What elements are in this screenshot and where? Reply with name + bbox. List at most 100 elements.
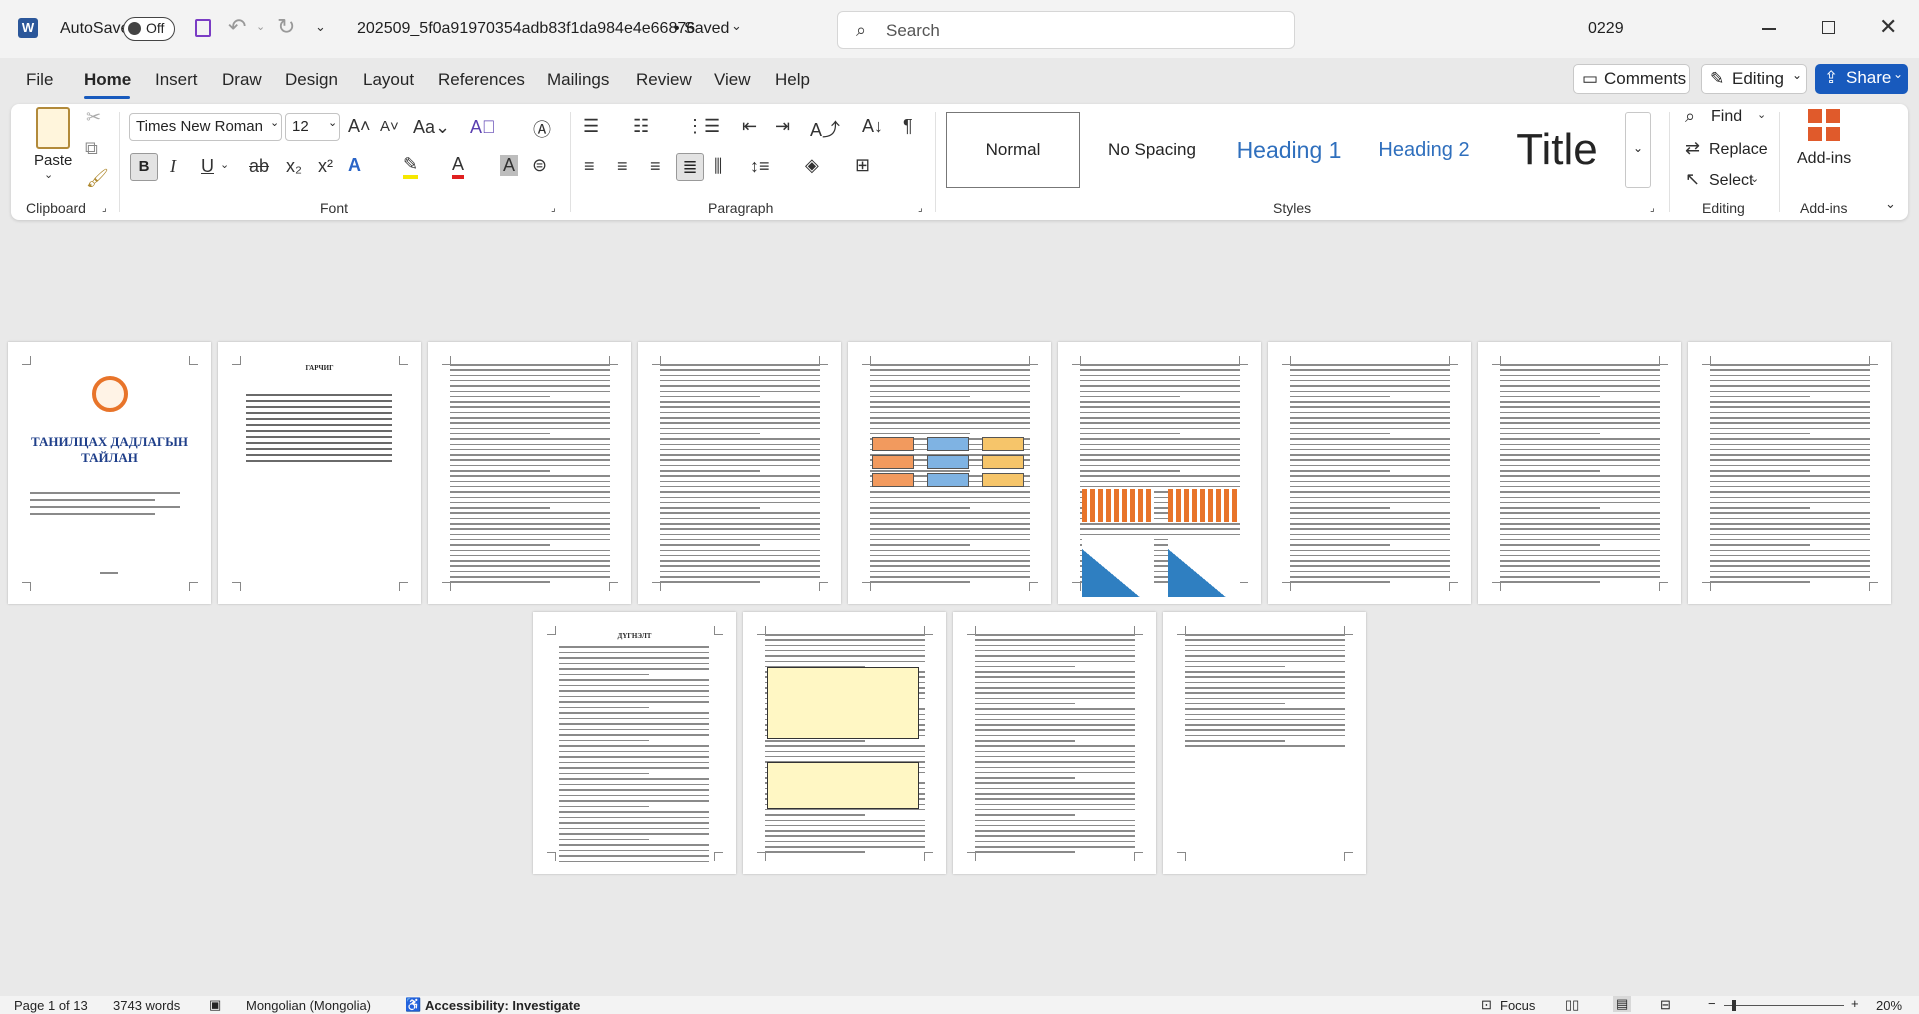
document-title[interactable]: 202509_5f0a91970354adb83f1da984e4e66876 [357, 20, 695, 38]
style-title[interactable]: Title [1492, 112, 1622, 188]
show-formatting-icon[interactable]: ¶ [903, 116, 913, 137]
comments-button[interactable]: ▭ Comments [1573, 64, 1690, 94]
strikethrough-button[interactable]: ab [249, 156, 269, 177]
tab-file[interactable]: File [26, 70, 53, 90]
font-size-select[interactable]: 12 ⌄ [285, 113, 340, 141]
shading-icon[interactable]: ◈ [805, 155, 819, 176]
change-case-icon[interactable]: Aa⌄ [413, 117, 450, 138]
subscript-button[interactable]: x₂ [286, 156, 302, 177]
find-button[interactable]: Find [1711, 108, 1742, 126]
highlight-icon[interactable]: ✎ [403, 154, 419, 179]
page-thumbnail[interactable]: ТАНИЛЦАХ ДАДЛАГЫН ТАЙЛАН [8, 342, 211, 604]
web-layout-icon[interactable]: ⊟ [1660, 997, 1671, 1013]
distributed-icon[interactable]: ⫼ [714, 156, 722, 177]
search-box[interactable]: ⌕ Search [837, 11, 1295, 49]
zoom-level[interactable]: 20% [1876, 998, 1902, 1013]
sort-icon[interactable]: A↓ [862, 116, 883, 137]
page-thumbnail[interactable] [1163, 612, 1366, 874]
user-initials[interactable]: 0229 [1588, 20, 1624, 38]
page-thumbnail[interactable] [428, 342, 631, 604]
clear-formatting-icon[interactable]: A⃥ [470, 117, 496, 138]
increase-indent-icon[interactable]: ⇥ [775, 116, 790, 137]
align-left-icon[interactable]: ≡ [584, 156, 595, 177]
tab-design[interactable]: Design [285, 70, 338, 90]
bold-button[interactable]: B [130, 153, 158, 181]
style-no-spacing[interactable]: No Spacing [1085, 112, 1219, 188]
focus-button[interactable]: Focus [1500, 998, 1535, 1013]
zoom-out-icon[interactable]: − [1708, 996, 1716, 1011]
customize-qat-icon[interactable]: ⌄ [315, 19, 326, 35]
multilevel-list-icon[interactable]: ⋮☰ [686, 116, 720, 137]
zoom-slider[interactable] [1724, 1000, 1844, 1011]
page-thumbnail[interactable] [1688, 342, 1891, 604]
italic-button[interactable]: I [170, 156, 176, 177]
style-normal[interactable]: Normal [946, 112, 1080, 188]
text-direction-icon[interactable]: A⤴ [810, 116, 840, 142]
bullets-icon[interactable]: ☰ [583, 116, 599, 137]
justify-button[interactable]: ≣ [676, 153, 704, 181]
format-painter-icon[interactable]: 🖌 [86, 168, 109, 189]
style-heading-2[interactable]: Heading 2 [1357, 112, 1491, 188]
paste-icon[interactable] [36, 107, 70, 149]
collapse-ribbon-icon[interactable]: ⌄ [1885, 196, 1896, 212]
text-effects-box-icon[interactable]: Ⓐ [533, 116, 551, 142]
grow-font-icon[interactable]: A˄ [348, 116, 371, 137]
read-mode-icon[interactable]: ▯▯ [1565, 997, 1579, 1013]
redo-icon[interactable]: ↻ [277, 14, 295, 40]
add-ins-button[interactable]: Add-ins [1797, 150, 1851, 168]
proofing-icon[interactable]: ▣ [209, 997, 221, 1013]
page-thumbnail[interactable] [1268, 342, 1471, 604]
editing-mode-button[interactable]: ✎ Editing ⌄ [1701, 64, 1807, 94]
accessibility-status[interactable]: Accessibility: Investigate [425, 998, 580, 1013]
select-button[interactable]: Select [1709, 172, 1753, 190]
restore-icon[interactable] [1822, 21, 1835, 34]
tab-help[interactable]: Help [775, 70, 810, 90]
numbering-icon[interactable]: ☷ [633, 116, 649, 137]
chevron-down-icon[interactable]: ⌄ [1757, 108, 1766, 121]
align-center-icon[interactable]: ≡ [617, 156, 628, 177]
decrease-indent-icon[interactable]: ⇤ [742, 116, 757, 137]
font-color-icon[interactable]: A [452, 154, 465, 179]
dialog-launcher-icon[interactable]: ⌟ [551, 203, 556, 214]
save-status[interactable]: • Saved [674, 20, 729, 38]
superscript-button[interactable]: x² [318, 156, 333, 177]
tab-draw[interactable]: Draw [222, 70, 262, 90]
autosave-toggle[interactable]: Off [123, 17, 175, 41]
tab-references[interactable]: References [438, 70, 525, 90]
tab-review[interactable]: Review [636, 70, 692, 90]
minimize-icon[interactable] [1762, 28, 1776, 30]
undo-dropdown-icon[interactable]: ⌄ [256, 20, 265, 33]
dialog-launcher-icon[interactable]: ⌟ [918, 203, 923, 214]
shrink-font-icon[interactable]: A˅ [380, 118, 399, 135]
character-shading-icon[interactable]: A [500, 155, 518, 176]
text-effects-icon[interactable]: A [348, 155, 361, 176]
line-spacing-icon[interactable]: ↕≡ [750, 156, 770, 177]
replace-button[interactable]: Replace [1709, 141, 1768, 159]
paste-button[interactable]: Paste [34, 152, 72, 169]
save-icon[interactable] [195, 19, 211, 37]
zoom-in-icon[interactable]: + [1851, 996, 1859, 1011]
tab-layout[interactable]: Layout [363, 70, 414, 90]
dialog-launcher-icon[interactable]: ⌟ [102, 203, 107, 214]
copy-icon[interactable]: ⧉ [85, 138, 98, 159]
close-icon[interactable]: ✕ [1879, 14, 1897, 40]
align-right-icon[interactable]: ≡ [650, 156, 661, 177]
chevron-down-icon[interactable]: ⌄ [731, 18, 742, 34]
chevron-down-icon[interactable]: ⌄ [220, 158, 229, 171]
font-family-select[interactable]: Times New Roman ⌄ [129, 113, 282, 141]
underline-button[interactable]: U [201, 156, 214, 177]
print-layout-icon[interactable]: ▤ [1613, 996, 1632, 1012]
cut-icon[interactable]: ✂ [86, 107, 101, 128]
tab-home[interactable]: Home [84, 70, 131, 90]
dialog-launcher-icon[interactable]: ⌟ [1650, 203, 1655, 214]
page-thumbnail[interactable] [848, 342, 1051, 604]
add-ins-icon[interactable] [1808, 109, 1840, 141]
page-thumbnail[interactable] [1478, 342, 1681, 604]
borders-icon[interactable]: ⊞ [855, 155, 870, 176]
word-count[interactable]: 3743 words [113, 998, 180, 1013]
page-thumbnail[interactable]: ГАРЧИГ [218, 342, 421, 604]
share-button[interactable]: ⇪ Share ⌄ [1815, 64, 1908, 94]
page-count[interactable]: Page 1 of 13 [14, 998, 88, 1013]
page-thumbnail[interactable] [1058, 342, 1261, 604]
page-thumbnail[interactable] [953, 612, 1156, 874]
